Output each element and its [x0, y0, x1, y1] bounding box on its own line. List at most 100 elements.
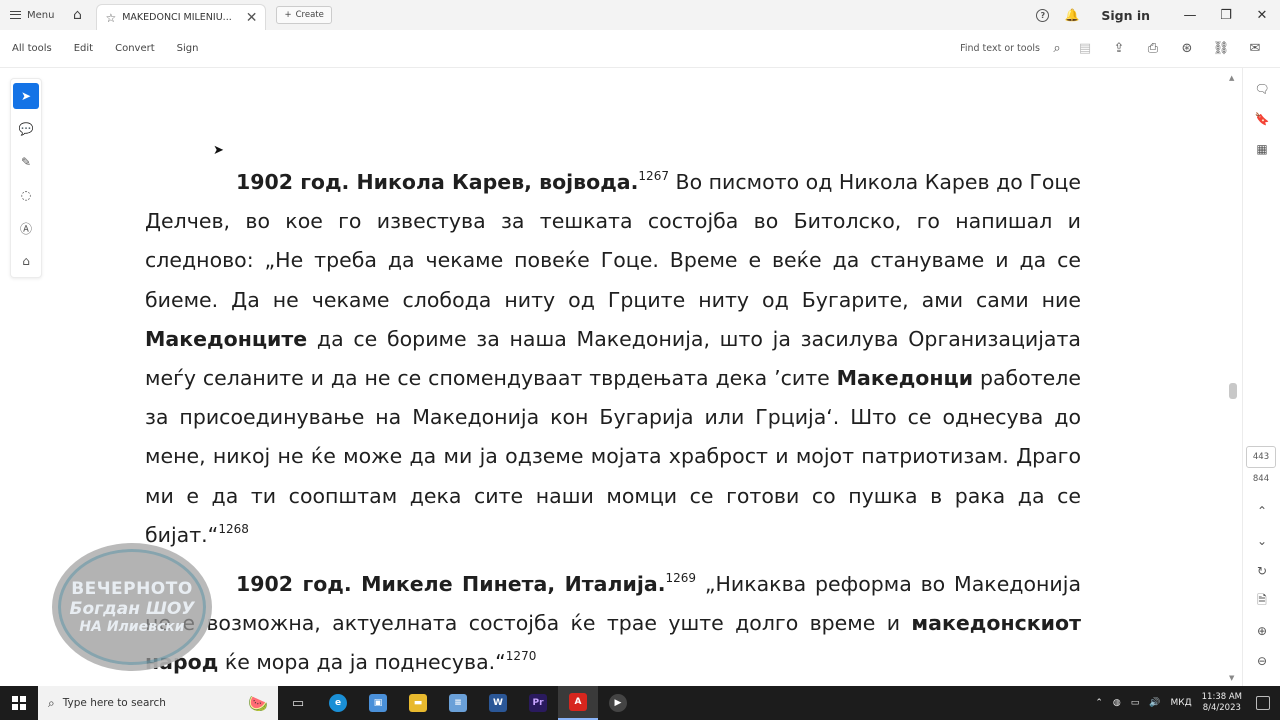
rotate-icon[interactable]: ↻: [1243, 556, 1280, 586]
bell-icon[interactable]: 🔔: [1065, 8, 1080, 22]
plus-icon: +: [284, 10, 292, 20]
all-tools-menu[interactable]: All tools: [12, 43, 52, 54]
print-icon[interactable]: ⎙: [1136, 30, 1170, 68]
sign-menu[interactable]: Sign: [177, 43, 199, 54]
tab-title: MAKEDONCI MILENIU...: [122, 12, 232, 23]
network-icon[interactable]: ◍: [1113, 698, 1121, 708]
minimize-icon[interactable]: —: [1172, 0, 1208, 30]
lasso-icon: ◌: [20, 188, 32, 202]
draw-tool[interactable]: ✎: [13, 149, 39, 175]
clock-date: 8/4/2023: [1202, 703, 1241, 713]
windows-logo-icon: [12, 696, 26, 710]
body-text: ќе мора да ја поднесува.“: [218, 650, 506, 675]
battery-icon[interactable]: ▭: [1131, 698, 1140, 708]
bold-text: Македонците: [145, 326, 308, 351]
premiere-icon[interactable]: Pr: [518, 686, 558, 720]
search-icon[interactable]: ⌕: [1046, 30, 1068, 68]
windows-taskbar: ⌕ Type here to search 🍉 ▭ e ▣ ▬ ≡ W Pr A…: [0, 686, 1280, 720]
find-text-input[interactable]: Find text or tools: [960, 43, 1040, 54]
text-box-tool[interactable]: Ⓐ: [13, 215, 39, 241]
bookmarks-icon[interactable]: 🔖: [1243, 104, 1280, 134]
share-icon[interactable]: ⊛: [1170, 30, 1204, 68]
upload-icon[interactable]: ⇪: [1102, 30, 1136, 68]
next-page-icon[interactable]: ⌄: [1243, 526, 1280, 556]
footnote-ref[interactable]: 1268: [218, 522, 249, 536]
zoom-out-icon[interactable]: ⊖: [1243, 646, 1280, 676]
zoom-in-icon[interactable]: ⊕: [1243, 616, 1280, 646]
text-box-icon: Ⓐ: [19, 221, 32, 236]
vertical-scrollbar[interactable]: ▲ ▼: [1227, 70, 1239, 684]
acrobat-icon[interactable]: A: [558, 686, 598, 720]
volume-icon[interactable]: 🔊: [1149, 698, 1160, 708]
help-icon[interactable]: ?: [1036, 8, 1050, 22]
lasso-tool[interactable]: ◌: [13, 182, 39, 208]
footnote-ref[interactable]: 1270: [506, 649, 537, 663]
language-indicator[interactable]: МКД: [1170, 698, 1191, 708]
prev-page-icon[interactable]: ⌃: [1243, 496, 1280, 526]
home-icon: ⌂: [73, 7, 82, 23]
watermark-line-1: ВЕЧЕРНОТО: [71, 579, 193, 599]
chevron-up-icon[interactable]: ⌃: [1095, 698, 1103, 708]
comment-icon: 💬: [18, 122, 34, 136]
channel-watermark-logo: ВЕЧЕРНОТО Богдан ШОУ НА Илиевски: [52, 543, 212, 671]
cursor-arrow-icon: ➤: [20, 89, 32, 103]
search-icon: ⌕: [48, 695, 55, 710]
notifications-icon[interactable]: [1256, 696, 1270, 710]
create-button[interactable]: + Create: [276, 6, 332, 24]
store-icon[interactable]: ▣: [358, 686, 398, 720]
toolbar: All tools Edit Convert Sign Find text or…: [0, 30, 1280, 68]
quick-tools-rail: ➤ 💬 ✎ ◌ Ⓐ ⌂: [10, 78, 42, 278]
menu-button[interactable]: Menu: [0, 0, 64, 30]
star-icon[interactable]: ☆: [105, 11, 116, 25]
comment-tool[interactable]: 💬: [13, 116, 39, 142]
file-explorer-icon[interactable]: ▬: [398, 686, 438, 720]
close-tab-icon[interactable]: ✕: [246, 10, 258, 26]
clock[interactable]: 11:38 AM 8/4/2023: [1202, 692, 1242, 714]
thumbnails-icon[interactable]: ▦: [1243, 134, 1280, 164]
link-icon[interactable]: ⛓: [1204, 30, 1238, 68]
save-file-icon[interactable]: 🗎: [1243, 586, 1280, 616]
word-icon[interactable]: W: [478, 686, 518, 720]
scroll-thumb[interactable]: [1229, 383, 1237, 399]
start-button[interactable]: [0, 686, 38, 720]
mouse-cursor-icon: ➤: [213, 143, 224, 158]
watermark-line-3: НА Илиевски: [79, 619, 185, 635]
close-window-icon[interactable]: ✕: [1244, 0, 1280, 30]
right-side-panel: 🗨 🔖 ▦ ⌃ ⌄ ↻ 🗎 ⊕ ⊖: [1242, 68, 1280, 686]
paragraph-1: 1902 год. Никола Карев, војвода.1267 Во …: [145, 163, 1081, 555]
entry-heading: 1902 год. Никола Карев, војвода.: [236, 170, 639, 194]
edge-browser-icon[interactable]: e: [318, 686, 358, 720]
taskbar-search[interactable]: ⌕ Type here to search 🍉: [38, 686, 278, 720]
notepad-icon[interactable]: ≡: [438, 686, 478, 720]
sign-in-button[interactable]: Sign in: [1101, 8, 1150, 23]
watermark-line-2: Богдан ШОУ: [69, 599, 195, 619]
watermelon-icon[interactable]: 🍉: [248, 694, 268, 713]
hamburger-icon: [10, 11, 21, 19]
body-text: работеле за присоединување на Македонија…: [145, 366, 1082, 547]
paragraph-2: 1902 год. Микеле Пинета, Италија.1269 „Н…: [145, 565, 1081, 683]
total-pages: 844: [1252, 474, 1270, 484]
select-tool[interactable]: ➤: [13, 83, 39, 109]
media-player-icon[interactable]: ▶: [598, 686, 638, 720]
current-page-input[interactable]: 443: [1246, 446, 1276, 468]
home-button[interactable]: ⌂: [64, 0, 90, 30]
scroll-up-icon[interactable]: ▲: [1229, 74, 1234, 82]
document-tab[interactable]: ☆ MAKEDONCI MILENIU... ✕: [96, 4, 267, 30]
menu-label: Menu: [27, 9, 55, 21]
scroll-down-icon[interactable]: ▼: [1229, 674, 1234, 682]
email-icon[interactable]: ✉: [1238, 30, 1272, 68]
footnote-ref[interactable]: 1267: [638, 169, 669, 183]
bold-text: Македонци: [836, 366, 974, 391]
entry-heading: 1902 год. Микеле Пинета, Италија.: [236, 572, 666, 597]
comments-panel-icon[interactable]: 🗨: [1243, 74, 1280, 104]
convert-menu[interactable]: Convert: [115, 43, 155, 54]
edit-menu[interactable]: Edit: [74, 43, 93, 54]
title-bar: Menu ⌂ ☆ MAKEDONCI MILENIU... ✕ + Create…: [0, 0, 1280, 30]
document-page: 1902 год. Никола Карев, војвода.1267 Во …: [145, 163, 1081, 683]
maximize-icon[interactable]: ❐: [1208, 0, 1244, 30]
task-view-icon[interactable]: ▭: [278, 686, 318, 720]
footnote-ref[interactable]: 1269: [666, 571, 697, 585]
stamp-icon: ⌂: [22, 254, 30, 268]
stamp-tool[interactable]: ⌂: [13, 248, 39, 274]
ai-assistant-icon[interactable]: ▤: [1068, 30, 1102, 68]
